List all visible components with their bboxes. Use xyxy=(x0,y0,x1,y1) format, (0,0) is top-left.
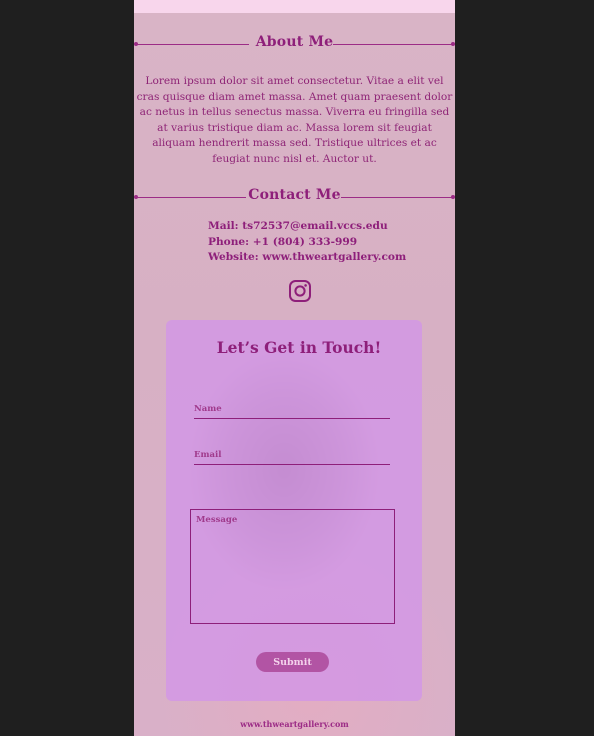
name-placeholder: Name xyxy=(194,404,222,414)
divider-dot xyxy=(451,41,455,46)
contact-form-card: Let’s Get in Touch! Name Email Message S… xyxy=(166,320,422,701)
contact-phone[interactable]: Phone: +1 (804) 333-999 xyxy=(208,235,406,251)
instagram-icon[interactable] xyxy=(288,279,312,303)
contact-website[interactable]: Website: www.thweartgallery.com xyxy=(208,250,406,266)
form-title: Let’s Get in Touch! xyxy=(216,338,382,357)
divider-line-right xyxy=(341,196,453,198)
message-field[interactable]: Message xyxy=(190,509,395,624)
divider-line-right xyxy=(333,43,453,45)
contact-heading: Contact Me xyxy=(134,187,455,207)
divider-dot xyxy=(451,194,455,199)
contact-mail[interactable]: Mail: ts72537@email.vccs.edu xyxy=(208,219,406,235)
footer-link[interactable]: www.thweartgallery.com xyxy=(134,719,455,729)
message-placeholder: Message xyxy=(196,515,238,525)
about-paragraph: Lorem ipsum dolor sit amet consectetur. … xyxy=(136,75,453,165)
about-title: About Me xyxy=(255,34,334,50)
page-container: About Me Lorem ipsum dolor sit amet cons… xyxy=(134,0,455,736)
email-field[interactable]: Email xyxy=(194,450,390,465)
top-band xyxy=(134,0,455,13)
contact-info: Mail: ts72537@email.vccs.edu Phone: +1 (… xyxy=(208,219,406,266)
email-placeholder: Email xyxy=(194,450,222,460)
submit-button[interactable]: Submit xyxy=(256,652,329,672)
contact-title: Contact Me xyxy=(248,187,341,203)
name-field[interactable]: Name xyxy=(194,404,390,419)
about-heading: About Me xyxy=(134,34,455,54)
